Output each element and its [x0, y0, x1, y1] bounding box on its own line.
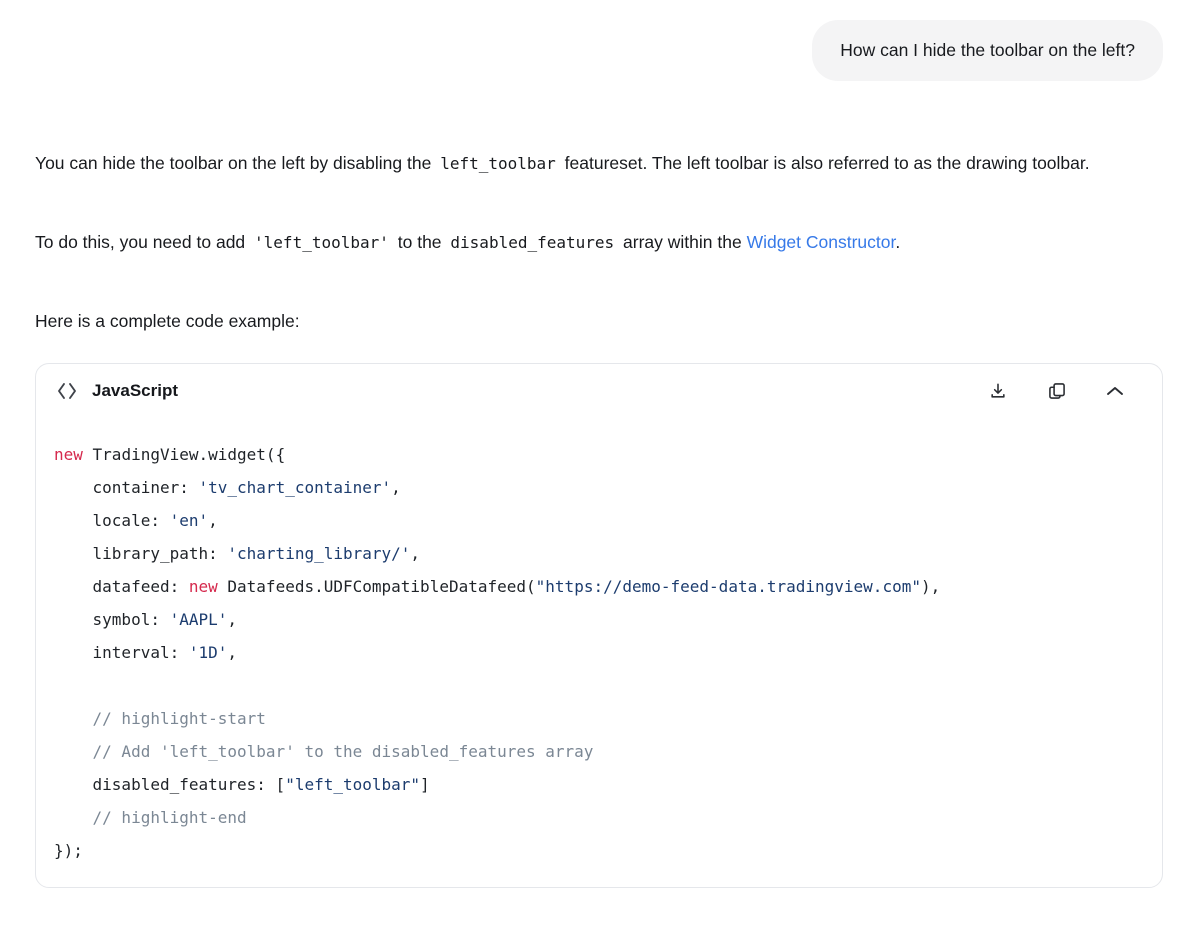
- code-line: disabled_features: ["left_toolbar"]: [54, 768, 1144, 801]
- download-button[interactable]: [988, 381, 1008, 401]
- text-run: array within the: [618, 232, 746, 252]
- assistant-paragraph: To do this, you need to add 'left_toolba…: [35, 226, 1163, 259]
- code-line: container: 'tv_chart_container',: [54, 471, 1144, 504]
- download-icon: [988, 381, 1008, 401]
- text-run: to the: [393, 232, 447, 252]
- code-line: library_path: 'charting_library/',: [54, 537, 1144, 570]
- assistant-paragraph: You can hide the toolbar on the left by …: [35, 147, 1163, 180]
- code-line: // highlight-start: [54, 702, 1144, 735]
- code-language-label: JavaScript: [92, 381, 178, 401]
- inline-code: left_toolbar: [436, 154, 560, 173]
- code-line: symbol: 'AAPL',: [54, 603, 1144, 636]
- user-message-bubble: How can I hide the toolbar on the left?: [812, 20, 1163, 81]
- code-block-card: JavaScript: [35, 363, 1163, 888]
- code-line: datafeed: new Datafeeds.UDFCompatibleDat…: [54, 570, 1144, 603]
- assistant-message: You can hide the toolbar on the left by …: [35, 147, 1163, 888]
- code-line: interval: '1D',: [54, 636, 1144, 669]
- text-run: featureset. The left toolbar is also ref…: [560, 153, 1090, 173]
- text-run: To do this, you need to add: [35, 232, 250, 252]
- code-header-actions: [988, 381, 1124, 401]
- widget-constructor-link[interactable]: Widget Constructor: [747, 232, 896, 252]
- text-run: .: [895, 232, 900, 252]
- code-line: locale: 'en',: [54, 504, 1144, 537]
- assistant-paragraph: Here is a complete code example:: [35, 305, 1163, 337]
- collapse-button[interactable]: [1106, 385, 1124, 397]
- inline-code: 'left_toolbar': [250, 233, 393, 252]
- copy-button[interactable]: [1047, 381, 1067, 401]
- inline-code: disabled_features: [446, 233, 618, 252]
- chevron-up-icon: [1106, 385, 1124, 397]
- code-line: [54, 669, 1144, 702]
- chat-page: How can I hide the toolbar on the left? …: [0, 0, 1192, 933]
- copy-icon: [1047, 381, 1067, 401]
- user-message-row: How can I hide the toolbar on the left?: [35, 20, 1163, 81]
- code-line: // highlight-end: [54, 801, 1144, 834]
- code-block-header: JavaScript: [36, 364, 1162, 418]
- text-run: You can hide the toolbar on the left by …: [35, 153, 436, 173]
- assistant-prose: You can hide the toolbar on the left by …: [35, 147, 1163, 337]
- code-content: new TradingView.widget({ container: 'tv_…: [36, 418, 1162, 887]
- code-line: // Add 'left_toolbar' to the disabled_fe…: [54, 735, 1144, 768]
- code-line: });: [54, 834, 1144, 867]
- code-brackets-icon: [57, 382, 81, 400]
- text-run: Here is a complete code example:: [35, 311, 300, 331]
- code-line: new TradingView.widget({: [54, 438, 1144, 471]
